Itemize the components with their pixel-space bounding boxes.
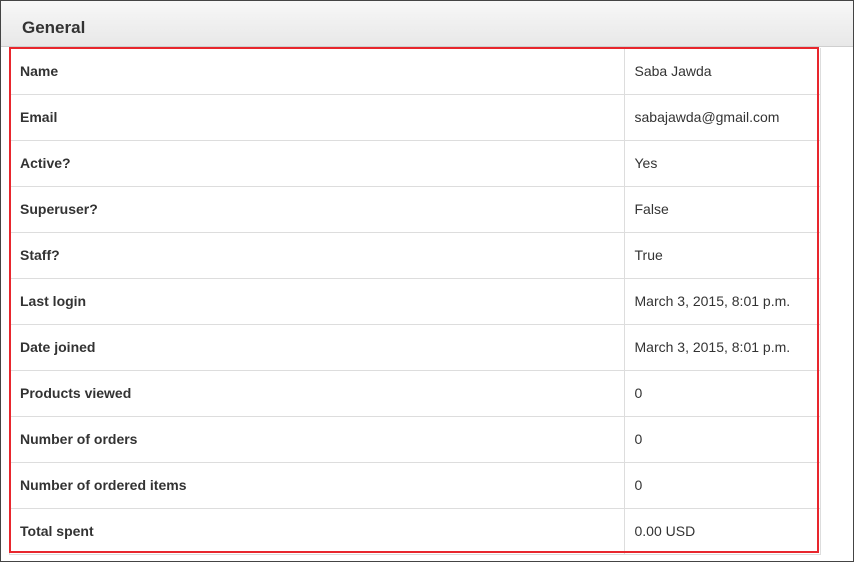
row-value: sabajawda@gmail.com — [624, 94, 820, 141]
row-label: Name — [10, 48, 625, 95]
row-label: Superuser? — [10, 186, 625, 233]
row-value: 0.00 USD — [624, 508, 820, 555]
row-label: Products viewed — [10, 370, 625, 417]
row-value: March 3, 2015, 8:01 p.m. — [624, 278, 820, 325]
table-row: Total spent 0.00 USD — [10, 508, 820, 555]
table-row: Date joined March 3, 2015, 8:01 p.m. — [10, 324, 820, 371]
table-row: Number of ordered items 0 — [10, 462, 820, 509]
row-value: March 3, 2015, 8:01 p.m. — [624, 324, 820, 371]
row-value: 0 — [624, 462, 820, 509]
details-table-container: Name Saba Jawda Email sabajawda@gmail.co… — [9, 48, 821, 555]
row-value: 0 — [624, 370, 820, 417]
table-row: Products viewed 0 — [10, 370, 820, 417]
customer-details-panel: General Name Saba Jawda Email sabajawda@… — [0, 0, 854, 562]
table-row: Last login March 3, 2015, 8:01 p.m. — [10, 278, 820, 325]
row-label: Number of orders — [10, 416, 625, 463]
table-row: Name Saba Jawda — [10, 48, 820, 95]
table-row: Number of orders 0 — [10, 416, 820, 463]
row-label: Staff? — [10, 232, 625, 279]
row-label: Email — [10, 94, 625, 141]
table-row: Active? Yes — [10, 140, 820, 187]
row-value: False — [624, 186, 820, 233]
panel-title: General — [22, 18, 86, 37]
row-value: Yes — [624, 140, 820, 187]
row-label: Active? — [10, 140, 625, 187]
row-value: Saba Jawda — [624, 48, 820, 95]
details-table: Name Saba Jawda Email sabajawda@gmail.co… — [10, 48, 820, 555]
row-value: True — [624, 232, 820, 279]
table-row: Staff? True — [10, 232, 820, 279]
row-label: Date joined — [10, 324, 625, 371]
table-row: Email sabajawda@gmail.com — [10, 94, 820, 141]
table-row: Superuser? False — [10, 186, 820, 233]
row-value: 0 — [624, 416, 820, 463]
panel-header: General — [1, 1, 853, 47]
row-label: Total spent — [10, 508, 625, 555]
row-label: Number of ordered items — [10, 462, 625, 509]
row-label: Last login — [10, 278, 625, 325]
